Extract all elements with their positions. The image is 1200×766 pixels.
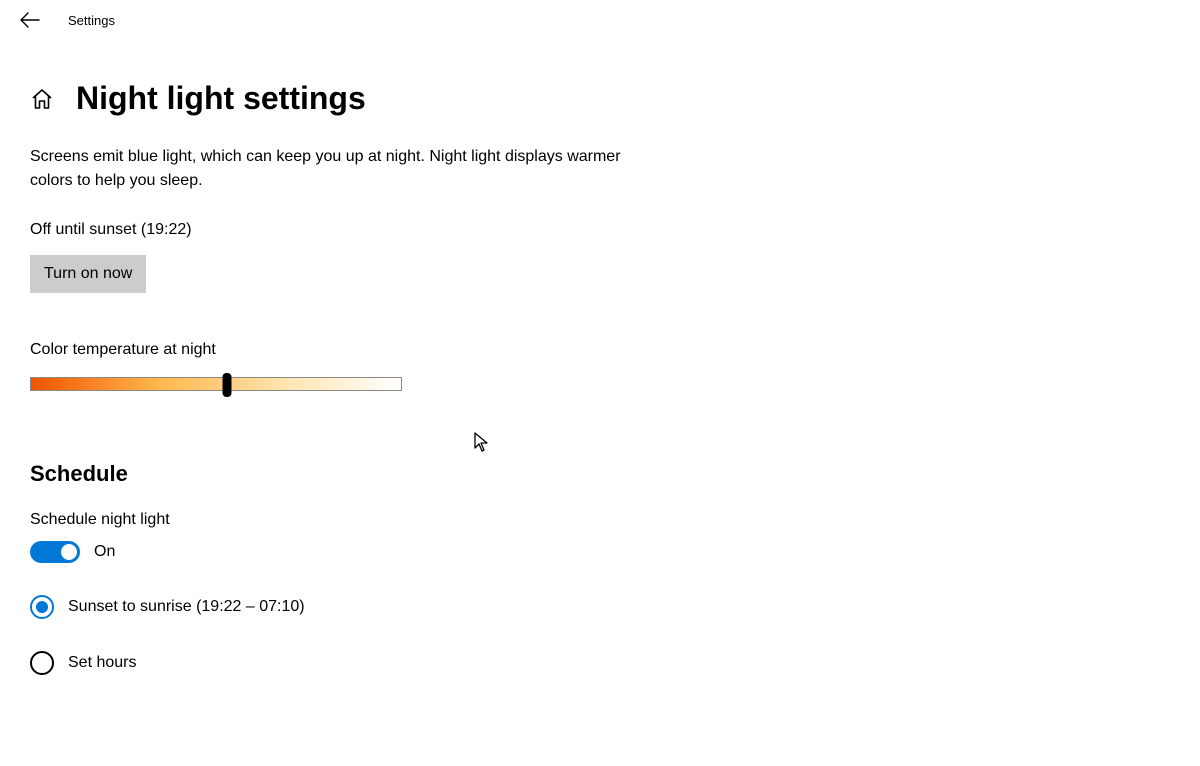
- schedule-toggle-label: Schedule night light: [30, 511, 670, 529]
- header-label: Settings: [68, 13, 115, 28]
- radio-indicator: [30, 651, 54, 675]
- page-title: Night light settings: [76, 80, 366, 117]
- color-temperature-label: Color temperature at night: [30, 341, 670, 359]
- status-text: Off until sunset (19:22): [30, 221, 670, 239]
- turn-on-button[interactable]: Turn on now: [30, 255, 146, 293]
- radio-sunset-to-sunrise[interactable]: Sunset to sunrise (19:22 – 07:10): [30, 595, 670, 619]
- description-text: Screens emit blue light, which can keep …: [30, 145, 630, 193]
- toggle-state-label: On: [94, 543, 115, 561]
- schedule-toggle[interactable]: [30, 541, 80, 563]
- toggle-knob: [61, 544, 77, 560]
- schedule-section-title: Schedule: [30, 461, 670, 487]
- radio-indicator: [30, 595, 54, 619]
- back-button[interactable]: [20, 12, 40, 28]
- slider-thumb[interactable]: [223, 373, 232, 397]
- radio-set-hours[interactable]: Set hours: [30, 651, 670, 675]
- radio-label-set-hours: Set hours: [68, 654, 136, 672]
- radio-label-sunset: Sunset to sunrise (19:22 – 07:10): [68, 598, 305, 616]
- home-icon[interactable]: [30, 87, 54, 111]
- color-temperature-slider[interactable]: [30, 377, 402, 391]
